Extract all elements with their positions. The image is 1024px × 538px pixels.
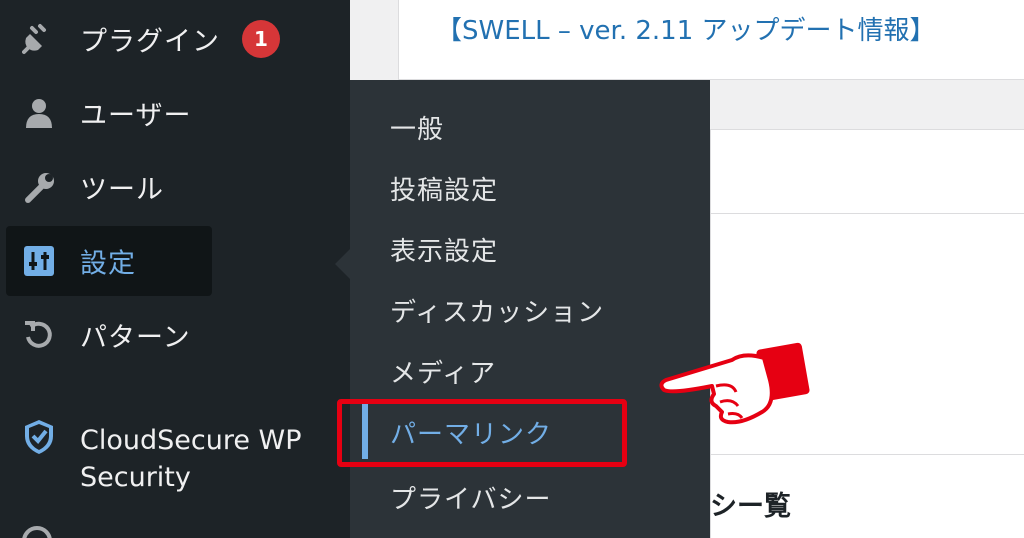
wrench-icon xyxy=(20,168,58,206)
plugin-icon xyxy=(20,20,58,58)
submenu-item-media[interactable]: メディア xyxy=(390,353,496,390)
menu-icon xyxy=(22,526,52,538)
pointing-hand-icon xyxy=(659,342,810,425)
settings-submenu: 一般 投稿設定 表示設定 ディスカッション メディア パーマリンク プライバシー xyxy=(350,80,710,538)
panel-gap xyxy=(710,80,1024,130)
sidebar-item-users[interactable]: ユーザー xyxy=(0,78,350,148)
submenu-item-privacy[interactable]: プライバシー xyxy=(390,479,551,516)
admin-sidebar: プラグイン 1 ユーザー ツール 設定 パターン CloudSecure WP … xyxy=(0,0,350,538)
content-panel xyxy=(710,130,1024,214)
sidebar-item-tools[interactable]: ツール xyxy=(0,152,350,222)
sidebar-item-label: プラグイン xyxy=(80,26,220,58)
shield-check-icon xyxy=(22,418,56,460)
sidebar-item-label: パターン xyxy=(80,322,191,354)
refresh-icon xyxy=(20,316,58,354)
submenu-item-writing[interactable]: 投稿設定 xyxy=(390,170,498,207)
submenu-item-discussion[interactable]: ディスカッション xyxy=(390,292,604,329)
swell-update-link[interactable]: 【SWELL – ver. 2.11 アップデート情報】 xyxy=(436,10,936,47)
highlight-box xyxy=(337,399,627,467)
sidebar-item-plugins[interactable]: プラグイン 1 xyxy=(0,4,350,74)
sidebar-item-label: 設定 xyxy=(80,248,136,280)
submenu-item-general[interactable]: 一般 xyxy=(390,109,444,146)
submenu-item-reading[interactable]: 表示設定 xyxy=(390,231,498,268)
user-icon xyxy=(20,94,58,132)
sidebar-item-label: ツール xyxy=(80,174,164,206)
sidebar-item-settings[interactable]: 設定 xyxy=(6,226,212,296)
submenu-pointer xyxy=(335,248,351,280)
settings-sliders-icon xyxy=(20,242,58,280)
list-heading: シー覧 xyxy=(710,491,791,522)
sidebar-item-label: ユーザー xyxy=(80,100,192,132)
update-count-badge: 1 xyxy=(242,20,280,58)
sidebar-item-patterns[interactable]: パターン xyxy=(0,300,350,370)
sidebar-item-label: CloudSecure WP Security xyxy=(80,425,302,493)
